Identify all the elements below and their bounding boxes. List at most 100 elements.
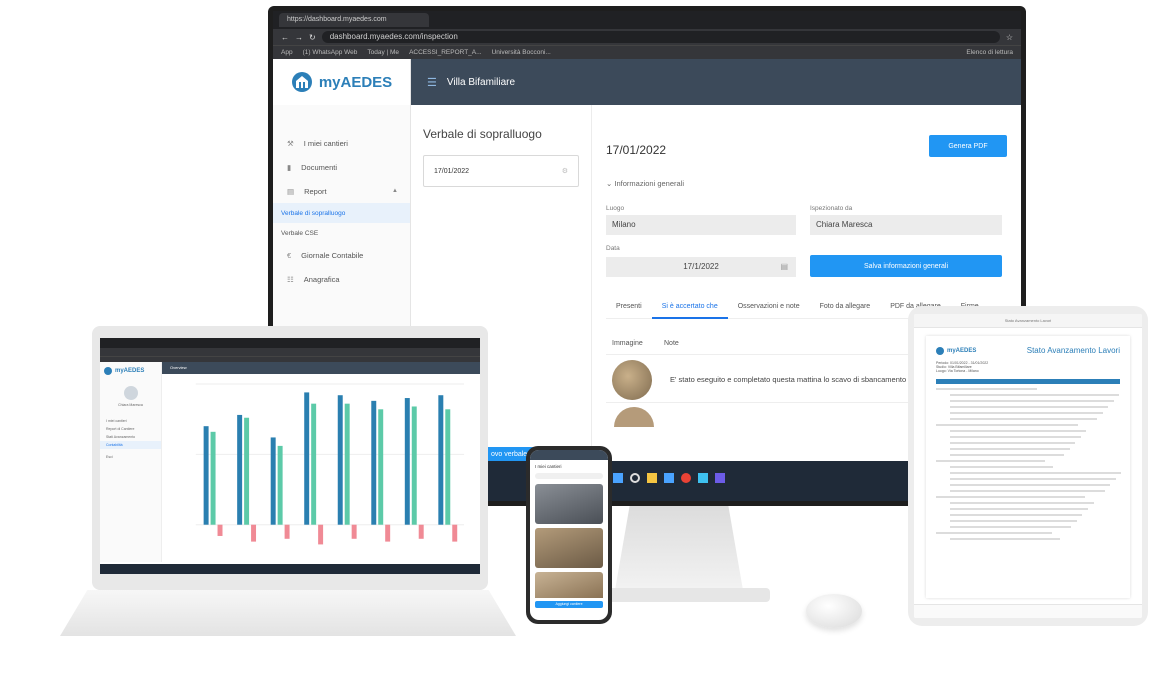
tab-presenti[interactable]: Presenti xyxy=(606,295,652,319)
laptop-nav-item[interactable]: I miei cantieri xyxy=(100,417,161,425)
url-input[interactable]: dashboard.myaedes.com/inspection xyxy=(321,31,1000,43)
chart-bar[interactable] xyxy=(404,398,410,525)
generate-pdf-button[interactable]: Genera PDF xyxy=(929,135,1007,157)
avatar[interactable] xyxy=(123,386,138,400)
menu-icon[interactable]: ☰ xyxy=(427,76,437,89)
chart-bar[interactable] xyxy=(344,403,350,525)
app-icon[interactable] xyxy=(715,473,725,483)
date-field[interactable]: 17/1/2022 ▤ xyxy=(606,257,796,277)
bookmark-item[interactable]: App xyxy=(281,49,293,56)
sidebar-item-giornale[interactable]: € Giornale Contabile xyxy=(273,243,410,267)
chart-bar[interactable] xyxy=(418,524,424,539)
pdf-text-line xyxy=(950,472,1122,474)
laptop-nav-item[interactable]: Report di Cantiere xyxy=(100,425,161,433)
chart-bar[interactable] xyxy=(217,524,223,536)
calendar-icon[interactable]: ▤ xyxy=(780,257,788,277)
chart-bar[interactable] xyxy=(251,524,257,542)
sidebar-item-report[interactable]: ▤ Report ▲ xyxy=(273,179,410,203)
pdf-text-line xyxy=(950,448,1070,450)
chart-bar[interactable] xyxy=(203,426,209,525)
bookmark-item[interactable]: (1) WhatsApp Web xyxy=(303,49,358,56)
chart-bar[interactable] xyxy=(371,400,377,525)
laptop-logo[interactable]: myAEDES xyxy=(100,362,161,380)
forward-icon[interactable]: → xyxy=(295,33,303,42)
site-photo-thumbnail[interactable] xyxy=(612,359,652,400)
sidebar-item-cantieri[interactable]: ⚒ I miei cantieri xyxy=(273,131,410,155)
bookmark-item[interactable]: Università Bocconi... xyxy=(492,49,551,56)
reading-list[interactable]: Elenco di lettura xyxy=(966,49,1013,56)
sidebar-subitem-verbale-cse[interactable]: Verbale CSE xyxy=(273,223,410,243)
chart-bar[interactable] xyxy=(385,524,391,542)
chart-bar[interactable] xyxy=(304,392,310,525)
pdf-text-line xyxy=(950,454,1065,456)
reload-icon[interactable]: ↻ xyxy=(309,33,316,42)
chart-bar[interactable] xyxy=(277,445,283,525)
smartphone: I miei cantieri Aggiungi cantiere xyxy=(526,446,612,624)
project-card[interactable] xyxy=(535,484,603,524)
data-label: Data xyxy=(606,245,620,252)
tab-osservazioni[interactable]: Osservazioni e note xyxy=(728,295,810,319)
ispezione-field[interactable]: Chiara Maresca xyxy=(810,215,1002,235)
options-icon[interactable]: ⚙ xyxy=(562,167,568,175)
sidebar-item-anagrafica[interactable]: ☷ Anagrafica xyxy=(273,267,410,291)
pdf-text-line xyxy=(950,406,1109,408)
app-logo[interactable]: myAEDES xyxy=(273,59,411,105)
pdf-text-line xyxy=(950,442,1076,444)
browser-tab[interactable]: https://dashboard.myaedes.com xyxy=(279,13,429,27)
windows-icon[interactable] xyxy=(613,473,623,483)
chart-bar[interactable] xyxy=(311,403,317,525)
laptop-nav-item[interactable]: Contabilità xyxy=(100,441,161,449)
laptop-keyboard-base xyxy=(60,590,516,636)
tablet-bottom-nav xyxy=(914,604,1142,618)
chart-bar[interactable] xyxy=(237,414,243,525)
project-card[interactable] xyxy=(535,528,603,568)
phone-screen: I miei cantieri Aggiungi cantiere xyxy=(530,450,608,620)
sidebar-item-documenti[interactable]: ▮ Documenti xyxy=(273,155,410,179)
chart-bar[interactable] xyxy=(270,437,276,525)
add-project-button[interactable]: Aggiungi cantiere xyxy=(535,601,603,608)
chart-bar[interactable] xyxy=(284,524,290,539)
bookmark-item[interactable]: Today | Me xyxy=(367,49,399,56)
sidebar-subitem-verbale-sopralluogo[interactable]: Verbale di sopralluogo xyxy=(273,203,410,223)
logo-icon xyxy=(291,72,312,92)
chart-bar[interactable] xyxy=(378,409,384,525)
date-value: 17/1/2022 xyxy=(683,262,719,271)
search-icon[interactable] xyxy=(630,473,640,483)
pdf-table-body xyxy=(936,388,1122,540)
tab-foto[interactable]: Foto da allegare xyxy=(810,295,881,319)
chart-bar[interactable] xyxy=(210,431,216,525)
monitor-stand-base xyxy=(590,588,770,602)
sidebar-item-label: I miei cantieri xyxy=(303,138,348,148)
chart-bar[interactable] xyxy=(244,417,250,525)
folder-icon[interactable] xyxy=(647,473,657,483)
star-icon[interactable]: ☆ xyxy=(1006,33,1013,42)
save-info-button[interactable]: Salva informazioni generali xyxy=(810,255,1002,277)
chrome-icon[interactable] xyxy=(681,473,691,483)
phone-search-input[interactable] xyxy=(535,473,603,479)
pdf-logo-text: myAEDES xyxy=(947,347,977,354)
project-card[interactable] xyxy=(535,572,603,598)
store-icon[interactable] xyxy=(698,473,708,483)
laptop-browser-address-bar xyxy=(100,348,480,356)
chart-bar[interactable] xyxy=(351,524,357,539)
report-card[interactable]: 17/01/2022 ⚙ xyxy=(423,155,579,187)
chart-bar[interactable] xyxy=(318,524,324,545)
chart-bar[interactable] xyxy=(438,395,444,525)
pdf-text-line xyxy=(950,520,1077,522)
logout-link[interactable]: Esci xyxy=(100,453,161,461)
pdf-text-line xyxy=(950,526,1072,528)
luogo-field[interactable]: Milano xyxy=(606,215,796,235)
pdf-title-bar: Stato Avanzamento Lavori xyxy=(914,314,1142,328)
bookmark-item[interactable]: ACCESSI_REPORT_A... xyxy=(409,49,482,56)
laptop-nav-item[interactable]: Stati Avanzamento xyxy=(100,433,161,441)
chart-bar[interactable] xyxy=(445,409,451,525)
tab-accertato[interactable]: Si è accertato che xyxy=(651,295,728,319)
monitor-stand xyxy=(614,506,744,596)
site-photo-thumbnail[interactable] xyxy=(614,407,654,427)
back-icon[interactable]: ← xyxy=(281,33,289,42)
chart-bar[interactable] xyxy=(411,406,417,525)
chart-bar[interactable] xyxy=(452,524,458,542)
chart-bar[interactable] xyxy=(337,395,343,525)
section-header[interactable]: ⌄ Informazioni generali xyxy=(606,179,684,188)
mail-icon[interactable] xyxy=(664,473,674,483)
